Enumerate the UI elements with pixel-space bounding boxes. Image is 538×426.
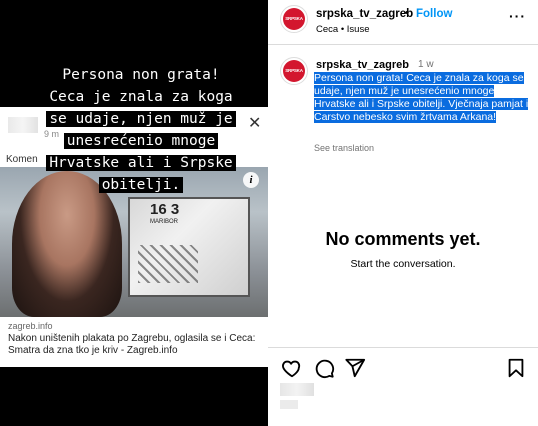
caption-avatar[interactable]: SRPSKA <box>280 57 308 85</box>
share-icon[interactable] <box>344 357 366 379</box>
start-conversation-text: Start the conversation. <box>350 258 456 270</box>
caption-text: Persona non grata! Ceca je znala za koga… <box>314 72 529 124</box>
story-panel: 9 m ✕ Komen 16 3 MARIBOR i zagreb.info N… <box>0 0 268 426</box>
billboard-image: 16 3 MARIBOR <box>128 197 250 297</box>
heart-icon[interactable] <box>281 357 303 379</box>
blurred-date <box>280 400 298 409</box>
brand-logo: SRPSKA <box>283 60 305 82</box>
overlay-line: se udaje, njen muž je <box>46 111 236 127</box>
bookmark-icon[interactable] <box>505 357 527 379</box>
account-username[interactable]: srpska_tv_zagreb <box>316 8 413 20</box>
graffiti-scribble <box>138 245 198 283</box>
article-domain: zagreb.info <box>8 321 53 331</box>
blurred-likes <box>280 383 314 396</box>
caption-username[interactable]: srpska_tv_zagreb <box>316 59 409 71</box>
overlay-line: Hrvatske ali i Srpske <box>46 155 236 171</box>
overlay-line: Persona non grata! <box>59 67 223 83</box>
no-comments-title: No comments yet. <box>325 229 481 249</box>
actions-divider <box>268 347 538 348</box>
more-options-icon[interactable]: ··· <box>509 8 526 24</box>
article-title[interactable]: Nakon uništenih plakata po Zagrebu, ogla… <box>8 333 263 357</box>
story-text-overlay: Persona non grata! Ceca je znala za koga… <box>26 64 256 196</box>
header-divider <box>268 44 538 45</box>
overlay-line: Ceca je znala za koga <box>46 89 236 105</box>
account-avatar[interactable]: SRPSKA <box>280 5 308 33</box>
separator-dot: • <box>405 7 409 19</box>
billboard-number: 16 3 <box>150 201 180 218</box>
overlay-line: unesrećenio mnoge <box>63 133 219 149</box>
selected-caption-text: Persona non grata! Ceca je znala za koga… <box>314 72 529 123</box>
billboard-subtext: MARIBOR <box>150 219 179 225</box>
comment-icon[interactable] <box>313 357 335 379</box>
follow-button[interactable]: Follow <box>416 8 452 20</box>
caption-time[interactable]: 1 w <box>418 59 434 70</box>
overlay-line: obitelji. <box>98 177 184 193</box>
audio-subtitle[interactable]: Ceca • Isuse <box>316 24 370 35</box>
see-translation-link[interactable]: See translation <box>314 143 374 153</box>
brand-logo: SRPSKA <box>283 8 305 30</box>
